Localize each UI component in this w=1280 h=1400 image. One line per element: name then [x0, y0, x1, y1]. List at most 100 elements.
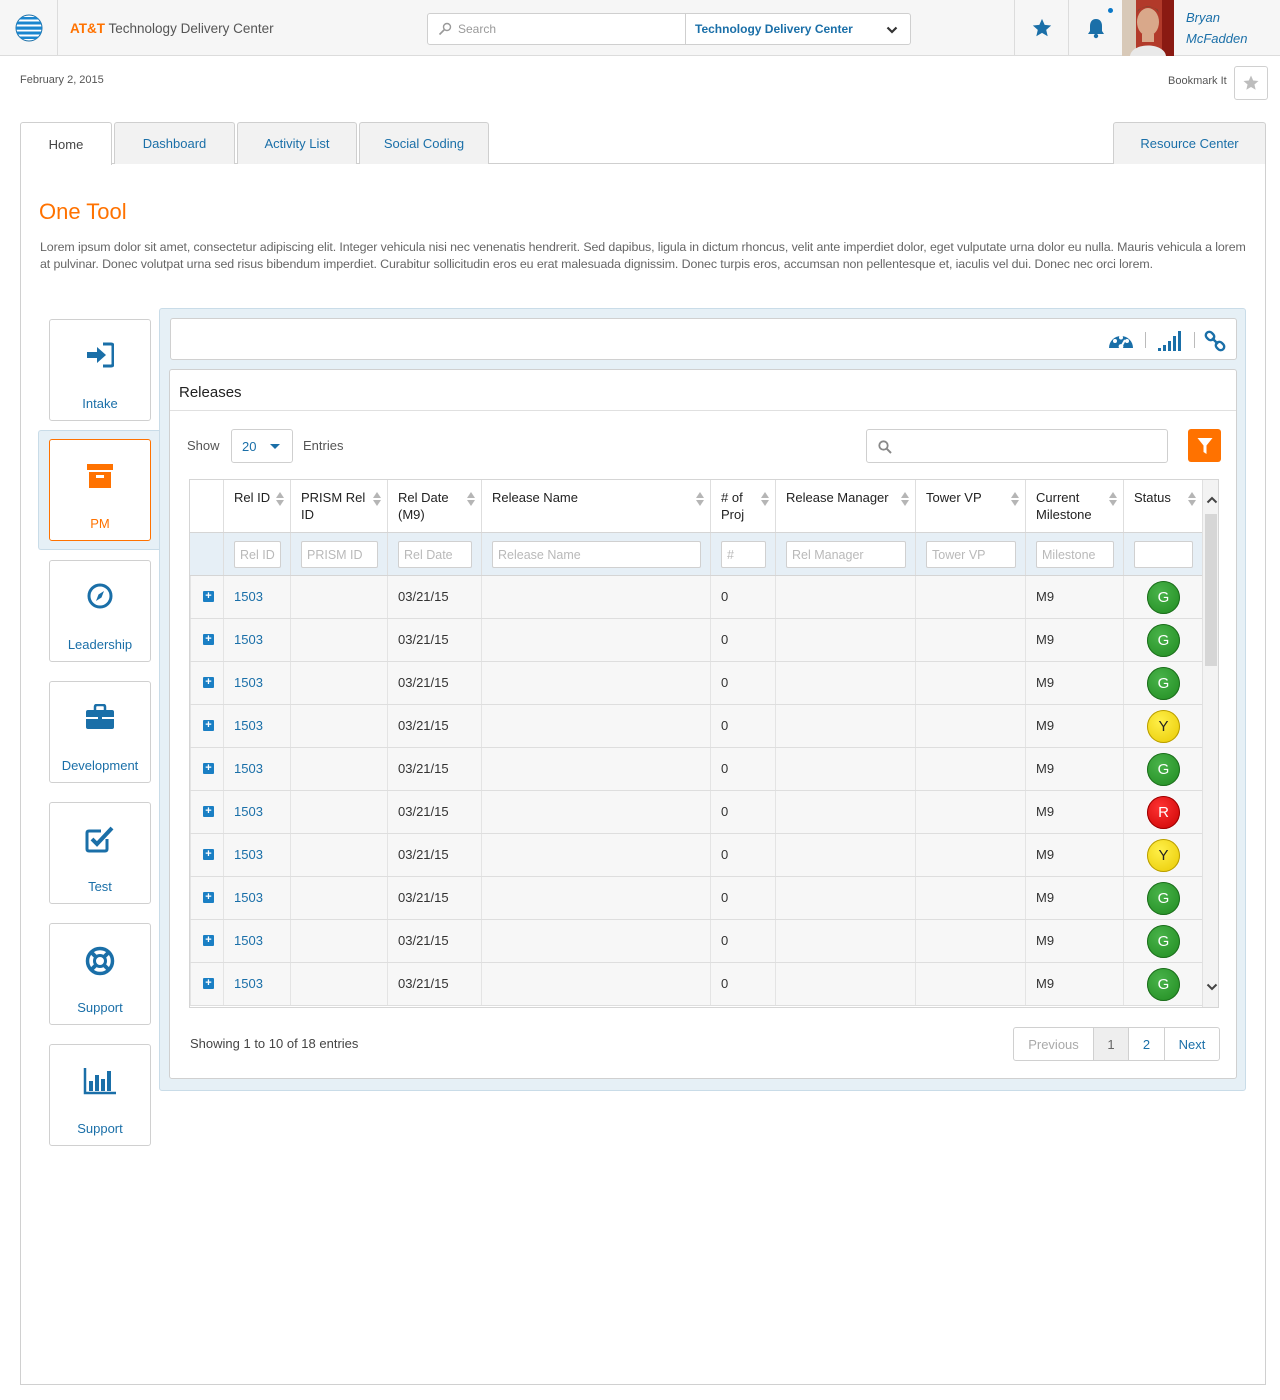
previous-page-button[interactable]: Previous: [1014, 1028, 1093, 1060]
sort-arrows-icon[interactable]: [467, 492, 475, 506]
expand-row-plus-icon[interactable]: +: [203, 591, 214, 602]
toolbar-separator: [1194, 332, 1195, 348]
table-cell-milestone: M9: [1025, 877, 1123, 919]
sort-arrows-icon[interactable]: [276, 492, 284, 506]
header-cell-rel-date[interactable]: Rel Date (M9): [387, 480, 481, 532]
cell-text: 0: [721, 890, 729, 905]
next-page-button[interactable]: Next: [1164, 1028, 1219, 1060]
rel-id-link[interactable]: 1503: [234, 933, 263, 948]
filter-input-rel-manager[interactable]: [786, 541, 906, 568]
rel-id-link[interactable]: 1503: [234, 589, 263, 604]
cell-text: 03/21/15: [398, 718, 449, 733]
signal-bars-icon[interactable]: [1157, 330, 1183, 355]
table-search-input[interactable]: [899, 430, 1165, 462]
rel-id-link[interactable]: 1503: [234, 632, 263, 647]
table-search: [866, 429, 1168, 463]
sort-arrows-icon[interactable]: [1188, 492, 1196, 506]
sort-arrows-icon[interactable]: [761, 492, 769, 506]
tab-home[interactable]: Home: [20, 122, 112, 165]
nav-development[interactable]: Development: [49, 681, 151, 783]
table-cell-tower-vp: [915, 619, 1025, 661]
rel-id-link[interactable]: 1503: [234, 847, 263, 862]
dashboard-gauge-icon[interactable]: [1108, 330, 1134, 353]
header-cell-rel-manager[interactable]: Release Manager: [775, 480, 915, 532]
rel-id-link[interactable]: 1503: [234, 761, 263, 776]
nav-intake[interactable]: Intake: [49, 319, 151, 421]
cell-text: 0: [721, 632, 729, 647]
filter-input-prism-id[interactable]: [301, 541, 378, 568]
page-1-button[interactable]: 1: [1093, 1028, 1128, 1060]
att-logo[interactable]: [0, 0, 58, 56]
table-scrollbar[interactable]: [1202, 480, 1218, 1007]
expand-row-plus-icon[interactable]: +: [203, 978, 214, 989]
search-scope-select[interactable]: Technology Delivery Center: [695, 22, 853, 36]
link-icon[interactable]: [1204, 330, 1226, 355]
scrollbar-thumb[interactable]: [1205, 514, 1217, 666]
sort-arrows-icon[interactable]: [1011, 492, 1019, 506]
sort-arrows-icon[interactable]: [1109, 492, 1117, 506]
sort-arrows-icon[interactable]: [696, 492, 704, 506]
nav-support-reports[interactable]: Support: [49, 1044, 151, 1146]
header-cell-num-proj[interactable]: # of Proj: [710, 480, 775, 532]
scroll-up-icon[interactable]: [1203, 490, 1218, 510]
header-cell-milestone[interactable]: Current Milestone: [1025, 480, 1123, 532]
rel-id-link[interactable]: 1503: [234, 976, 263, 991]
expand-row-plus-icon[interactable]: +: [203, 634, 214, 645]
expand-row-plus-icon[interactable]: +: [203, 892, 214, 903]
expand-row-plus-icon[interactable]: +: [203, 849, 214, 860]
header-cell-rel-id[interactable]: Rel ID: [223, 480, 290, 532]
filter-input-tower-vp[interactable]: [926, 541, 1016, 568]
rel-id-link[interactable]: 1503: [234, 718, 263, 733]
filter-cell: [775, 533, 915, 575]
cell-text: 03/21/15: [398, 632, 449, 647]
nav-test[interactable]: Test: [49, 802, 151, 904]
entries-per-page-select[interactable]: 20: [231, 429, 293, 463]
expand-row-plus-icon[interactable]: +: [203, 806, 214, 817]
header-cell-tower-vp[interactable]: Tower VP: [915, 480, 1025, 532]
filter-cell: [1123, 533, 1202, 575]
avatar[interactable]: [1122, 0, 1174, 56]
page-title: One Tool: [39, 199, 127, 224]
table-cell-rel-id: 1503: [223, 791, 290, 833]
favorites-button[interactable]: [1014, 0, 1068, 56]
nav-leadership[interactable]: Leadership: [49, 560, 151, 662]
rel-id-link[interactable]: 1503: [234, 804, 263, 819]
expand-row-plus-icon[interactable]: +: [203, 720, 214, 731]
filter-input-release-name[interactable]: [492, 541, 701, 568]
table-cell-release-name: [481, 748, 710, 790]
filter-input-num-proj[interactable]: [721, 541, 766, 568]
expand-row-plus-icon[interactable]: +: [203, 935, 214, 946]
expand-row-plus-icon[interactable]: +: [203, 763, 214, 774]
chevron-down-icon[interactable]: [886, 23, 898, 38]
sort-arrows-icon[interactable]: [373, 492, 381, 506]
nav-pm[interactable]: PM: [49, 439, 151, 541]
tab-activity-list[interactable]: Activity List: [237, 122, 357, 164]
header-cell-status[interactable]: Status: [1123, 480, 1202, 532]
table-cell-release-name: [481, 920, 710, 962]
page-2-button[interactable]: 2: [1128, 1028, 1164, 1060]
tab-dashboard[interactable]: Dashboard: [114, 122, 235, 164]
user-name[interactable]: Bryan McFadden: [1186, 7, 1276, 49]
filter-input-rel-id[interactable]: [234, 541, 281, 568]
tab-social-coding[interactable]: Social Coding: [359, 122, 489, 164]
filter-input-status[interactable]: [1134, 541, 1193, 568]
expand-row-plus-icon[interactable]: +: [203, 677, 214, 688]
scroll-down-icon[interactable]: [1203, 977, 1218, 997]
rel-id-link[interactable]: 1503: [234, 675, 263, 690]
rel-id-link[interactable]: 1503: [234, 890, 263, 905]
sort-arrows-icon[interactable]: [901, 492, 909, 506]
filter-input-milestone[interactable]: [1036, 541, 1114, 568]
sign-in-icon: [87, 342, 114, 368]
filter-input-rel-date[interactable]: [398, 541, 472, 568]
header-cell-release-name[interactable]: Release Name: [481, 480, 710, 532]
entries-value: 20: [242, 439, 257, 454]
notifications-button[interactable]: [1068, 0, 1122, 56]
filter-button[interactable]: [1188, 429, 1221, 462]
header-cell-prism-id[interactable]: PRISM Rel ID: [290, 480, 387, 532]
bookmark-button[interactable]: [1234, 66, 1268, 100]
table-cell-tower-vp: [915, 834, 1025, 876]
tab-resource-center[interactable]: Resource Center: [1113, 122, 1266, 164]
nav-support[interactable]: Support: [49, 923, 151, 1025]
search-input[interactable]: [458, 14, 684, 44]
status-badge: G: [1147, 581, 1180, 614]
